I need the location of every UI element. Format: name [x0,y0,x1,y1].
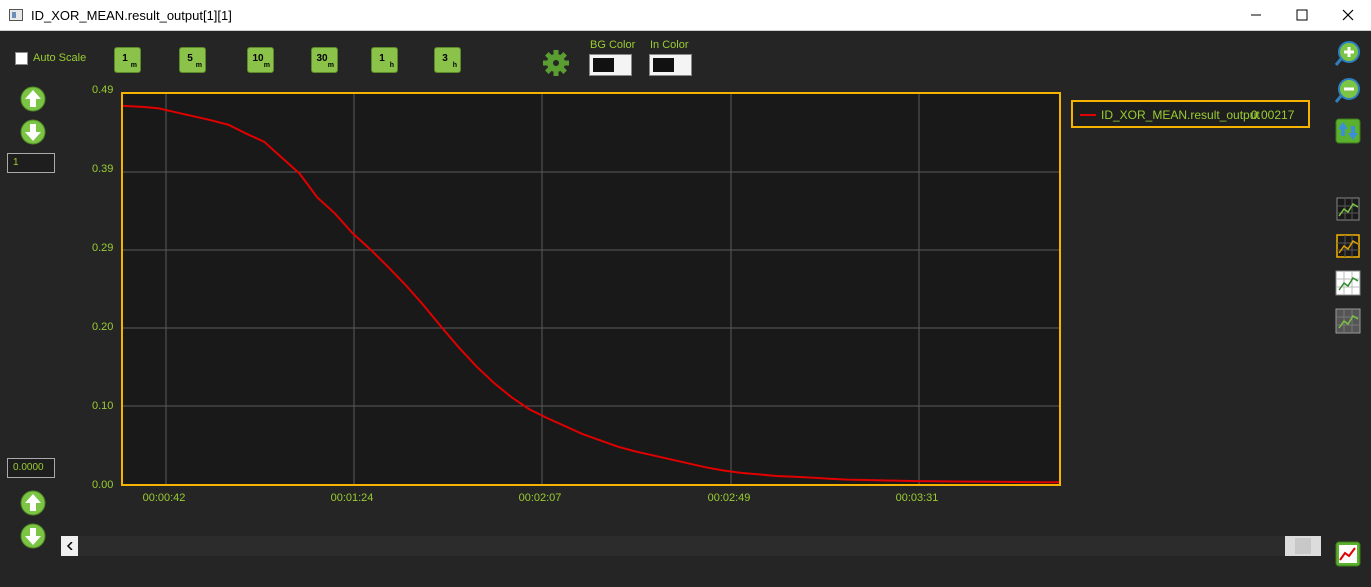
range-1h-button[interactable]: 1h [371,47,398,73]
gear-icon[interactable] [541,48,571,78]
legend[interactable]: ID_XOR_MEAN.result_output 0.00217 [1071,100,1310,128]
zoom-out-icon[interactable] [1334,77,1362,105]
maximize-button[interactable] [1279,0,1325,30]
range-unit: m [263,62,270,69]
x-tick-label: 00:00:42 [142,492,186,504]
minimize-button[interactable] [1233,0,1279,30]
legend-series-name: ID_XOR_MEAN.result_output [1101,108,1260,122]
zoom-in-icon[interactable] [1334,40,1362,68]
y-tick-label: 0.00 [92,479,114,491]
maximize-icon [1296,9,1308,21]
close-icon [1342,9,1354,21]
scroll-thumb-grip[interactable] [1295,538,1311,554]
bg-color-toggle[interactable] [589,54,632,76]
close-button[interactable] [1325,0,1371,30]
app-icon [9,9,23,21]
minimize-icon [1251,14,1261,16]
toggle-knob [593,58,614,72]
max-up-arrow-icon[interactable] [20,86,46,112]
y-tick-label: 0.10 [92,400,114,412]
grid-layer [123,94,1059,484]
auto-scale-label: Auto Scale [33,52,87,64]
bg-color-label: BG Color [590,39,636,51]
range-unit: m [195,62,202,69]
horizontal-scrollbar[interactable] [61,536,1321,556]
scale-max-input[interactable]: 1 [7,153,55,173]
range-3h-button[interactable]: 3h [434,47,461,73]
y-tick-label: 0.20 [92,321,114,333]
min-up-arrow-icon[interactable] [20,490,46,516]
chevron-left-icon [66,542,73,550]
in-color-label: In Color [650,39,689,51]
scale-min-input[interactable]: 0.0000 [7,458,55,478]
x-tick-label: 00:02:07 [518,492,562,504]
scroll-left-button[interactable] [61,536,78,556]
window-title: ID_XOR_MEAN.result_output[1][1] [31,8,232,23]
auto-scale-checkbox[interactable] [15,52,28,65]
main-area: Auto Scale 1m 5m 10 m 30 m 1h 3h BG Color … [0,31,1371,587]
y-tick-label: 0.39 [92,163,114,175]
range-unit: m [130,62,137,69]
legend-swatch [1080,114,1096,116]
fit-scale-icon[interactable] [1334,117,1362,145]
x-tick-label: 00:02:49 [707,492,751,504]
chart-style-light-icon[interactable] [1334,269,1362,297]
min-down-arrow-icon[interactable] [20,523,46,549]
range-10m-button[interactable]: 10 m [247,47,274,73]
range-unit: h [389,62,394,69]
range-30m-button[interactable]: 30 m [311,47,338,73]
range-1m-button[interactable]: 1m [114,47,141,73]
toggle-knob [653,58,674,72]
scroll-thumb[interactable] [1285,536,1321,556]
max-down-arrow-icon[interactable] [20,119,46,145]
x-tick-label: 00:03:31 [895,492,939,504]
range-unit: h [452,62,457,69]
x-tick-label: 00:01:24 [330,492,374,504]
y-tick-label: 0.29 [92,242,114,254]
range-unit: m [327,62,334,69]
export-chart-icon[interactable] [1334,540,1362,568]
range-5m-button[interactable]: 5m [179,47,206,73]
y-tick-label: 0.49 [92,84,114,96]
legend-series-value: 0.00217 [1251,108,1295,122]
line-chart [123,94,1059,484]
chart-style-dark-icon[interactable] [1334,195,1362,223]
chart-style-orange-icon[interactable] [1334,232,1362,260]
in-color-toggle[interactable] [649,54,692,76]
chart-style-gray-icon[interactable] [1334,307,1362,335]
title-bar: ID_XOR_MEAN.result_output[1][1] [0,0,1371,31]
plot-area[interactable] [121,92,1061,486]
